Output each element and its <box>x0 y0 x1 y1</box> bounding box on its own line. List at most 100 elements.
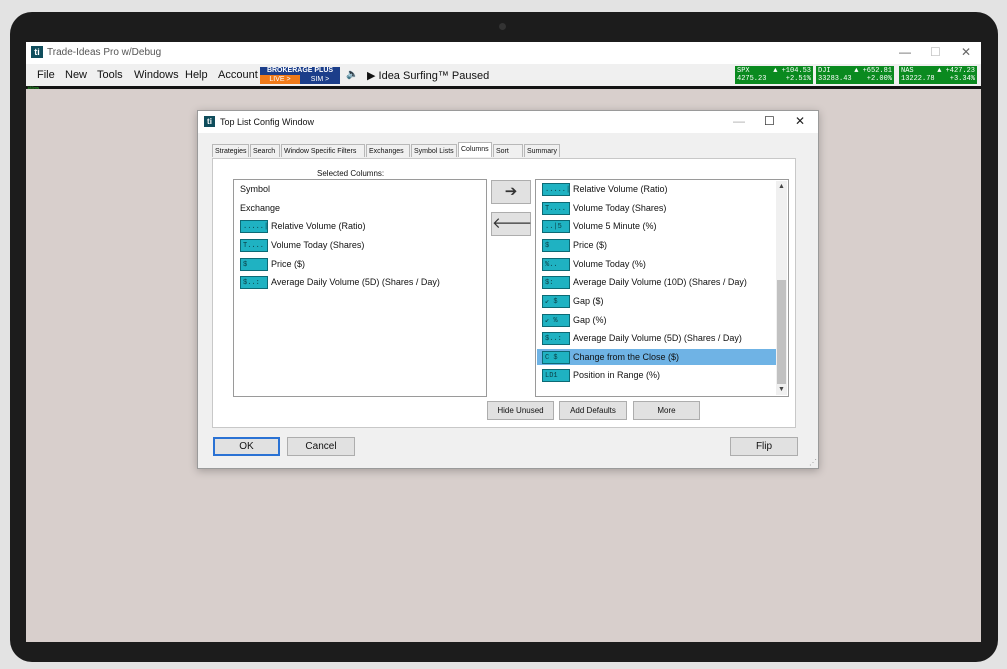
add-column-button[interactable]: ➔ <box>491 180 531 204</box>
list-item[interactable]: $..: Average Daily Volume (5D) (Shares / … <box>240 274 440 290</box>
column-label: Average Daily Volume (10D) (Shares / Day… <box>573 277 747 287</box>
tab-summary[interactable]: Summary <box>524 144 560 157</box>
dialog-title: Top List Config Window <box>220 117 315 127</box>
minimize-icon[interactable]: — <box>733 114 745 128</box>
tab-columns[interactable]: Columns <box>458 142 492 157</box>
ticker-change: ▲ +104.53 <box>773 67 811 75</box>
menu-tools[interactable]: Tools <box>97 69 123 81</box>
maximize-icon[interactable]: ☐ <box>930 45 941 59</box>
tab-sort[interactable]: Sort <box>493 144 523 157</box>
relative-volume-icon: .....| <box>542 183 570 197</box>
camera-icon <box>499 23 506 30</box>
list-item[interactable]: $: Average Daily Volume (10D) (Shares / D… <box>542 274 747 290</box>
list-item[interactable]: %.. Volume Today (%) <box>542 256 646 272</box>
list-item[interactable]: ↙ $ Gap ($) <box>542 293 604 309</box>
ticker-nas[interactable]: NAS ▲ +427.23 13222.78 +3.34% <box>899 66 977 84</box>
desktop-screen: ti Trade-Ideas Pro w/Debug — ☐ ✕ File Ne… <box>26 42 981 642</box>
gap-percent-icon: ↙ % <box>542 314 570 328</box>
more-button[interactable]: More <box>633 401 700 420</box>
column-label: Symbol <box>240 184 271 194</box>
scroll-up-icon[interactable]: ▲ <box>776 181 787 192</box>
arrow-right-icon: ➔ <box>504 183 518 200</box>
column-label: Position in Range (%) <box>573 370 661 380</box>
latency-label: 185ms <box>27 85 40 90</box>
volume-percent-icon: %.. <box>542 258 570 272</box>
cancel-button[interactable]: Cancel <box>287 437 355 456</box>
relative-volume-icon: .....| <box>240 220 268 234</box>
ticker-pct: +2.51% <box>785 75 811 83</box>
top-list-config-window: ti Top List Config Window — ☐ ✕ Strategi… <box>197 110 819 469</box>
tab-window-specific-filters[interactable]: Window Specific Filters <box>281 144 365 157</box>
idea-surfing-status[interactable]: ▶ Idea Surfing™ Paused <box>367 69 489 82</box>
list-item[interactable]: LD1 Position in Range (%) <box>542 367 660 383</box>
menu-windows[interactable]: Windows <box>134 69 179 81</box>
ticker-spx[interactable]: SPX ▲ +104.53 4275.23 +2.51% <box>735 66 813 84</box>
app-titlebar: ti Trade-Ideas Pro w/Debug — ☐ ✕ <box>26 42 981 64</box>
average-volume-icon: $..: <box>542 332 570 346</box>
list-item[interactable]: ↙ % Gap (%) <box>542 312 607 328</box>
ticker-price: 33283.43 <box>818 75 852 83</box>
average-volume-icon: $..: <box>240 276 268 290</box>
list-item[interactable]: .....| Relative Volume (Ratio) <box>542 181 668 197</box>
close-icon[interactable]: ✕ <box>961 45 971 59</box>
ok-button[interactable]: OK <box>213 437 280 456</box>
column-label: Volume Today (%) <box>573 259 646 269</box>
minimize-icon[interactable]: — <box>899 45 911 59</box>
list-item[interactable]: $ Price ($) <box>542 237 607 253</box>
selected-columns-list[interactable]: Symbol Exchange .....| Relative Volume (R… <box>233 179 487 397</box>
list-item[interactable]: $..: Average Daily Volume (5D) (Shares / … <box>542 330 742 346</box>
ticker-symbol: SPX <box>737 67 750 75</box>
position-in-range-icon: LD1 <box>542 369 570 383</box>
list-item[interactable]: T.... Volume Today (Shares) <box>542 200 666 216</box>
column-label: Average Daily Volume (5D) (Shares / Day) <box>573 333 742 343</box>
speaker-icon[interactable]: 🔈 <box>346 69 358 80</box>
list-item-selected[interactable]: C $ Change from the Close ($) <box>537 349 776 365</box>
maximize-icon[interactable]: ☐ <box>764 114 775 128</box>
app-logo-icon: ti <box>31 46 43 58</box>
tab-exchanges[interactable]: Exchanges <box>366 144 410 157</box>
ticker-change: ▲ +427.23 <box>937 67 975 75</box>
scroll-thumb[interactable] <box>777 280 786 384</box>
scrollbar[interactable]: ▲ ▼ <box>776 181 787 395</box>
change-from-close-icon: C $ <box>542 351 570 365</box>
selected-columns-label: Selected Columns: <box>317 169 385 178</box>
menu-new[interactable]: New <box>65 69 87 81</box>
brokerage-plus-widget[interactable]: BROKERAGE PLUS LIVE > SIM > <box>260 67 340 84</box>
column-label: Gap ($) <box>573 296 604 306</box>
ticker-dji[interactable]: DJI ▲ +652.81 33283.43 +2.00% <box>816 66 894 84</box>
scroll-down-icon[interactable]: ▼ <box>776 384 787 395</box>
tab-symbol-lists[interactable]: Symbol Lists <box>411 144 457 157</box>
ticker-price: 13222.78 <box>901 75 935 83</box>
hide-unused-button[interactable]: Hide Unused <box>487 401 554 420</box>
close-icon[interactable]: ✕ <box>795 114 805 128</box>
remove-column-button[interactable]: 🡐 <box>491 212 533 236</box>
gap-dollar-icon: ↙ $ <box>542 295 570 309</box>
list-item[interactable]: .....| Relative Volume (Ratio) <box>240 218 366 234</box>
column-label: Price ($) <box>271 259 306 269</box>
tab-search[interactable]: Search <box>250 144 280 157</box>
live-button[interactable]: LIVE > <box>260 75 300 84</box>
resize-grip-icon[interactable]: ⋰ <box>809 458 817 467</box>
menu-account[interactable]: Account <box>218 69 258 81</box>
list-item[interactable]: Symbol <box>240 181 270 197</box>
available-columns-list[interactable]: .....| Relative Volume (Ratio) T.... Volum… <box>535 179 789 397</box>
add-defaults-button[interactable]: Add Defaults <box>559 401 627 420</box>
status-strip: 185ms <box>26 85 981 90</box>
tab-strategies[interactable]: Strategies <box>212 144 249 157</box>
arrow-left-icon: 🡐 <box>492 215 533 232</box>
list-item[interactable]: $ Price ($) <box>240 256 305 272</box>
price-icon: $ <box>542 239 570 253</box>
column-label: Change from the Close ($) <box>573 352 680 362</box>
dialog-titlebar: ti Top List Config Window — ☐ ✕ <box>198 111 818 133</box>
volume-today-icon: T.... <box>542 202 570 216</box>
list-item[interactable]: T.... Volume Today (Shares) <box>240 237 364 253</box>
list-item[interactable]: ..|5 Volume 5 Minute (%) <box>542 218 657 234</box>
sim-button[interactable]: SIM > <box>300 75 340 84</box>
menu-file[interactable]: File <box>37 69 55 81</box>
list-item[interactable]: Exchange <box>240 200 280 216</box>
menu-help[interactable]: Help <box>185 69 208 81</box>
flip-button[interactable]: Flip <box>730 437 798 456</box>
column-label: Exchange <box>240 203 281 213</box>
column-label: Gap (%) <box>573 315 607 325</box>
average-volume-icon: $: <box>542 276 570 290</box>
